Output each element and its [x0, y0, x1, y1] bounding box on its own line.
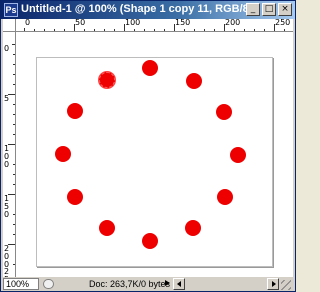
horizontal-scrollbar[interactable]: [173, 278, 291, 290]
right-arrow-icon: [272, 281, 276, 287]
red-dot[interactable]: [230, 147, 246, 163]
document-info: Doc: 263,7K/0 bytes: [89, 279, 171, 289]
red-dot[interactable]: [142, 60, 158, 76]
window-title: Untitled-1 @ 100% (Shape 1 copy 11, RGB/…: [21, 3, 253, 15]
red-dot[interactable]: [217, 189, 233, 205]
resize-grip-icon[interactable]: [281, 280, 291, 290]
document-window: Ps Untitled-1 @ 100% (Shape 1 copy 11, R…: [0, 0, 296, 292]
close-button[interactable]: ×: [278, 3, 292, 16]
ruler-origin[interactable]: [3, 19, 16, 32]
ruler-label: 0: [4, 44, 10, 53]
ruler-label: 0: [25, 19, 31, 27]
red-dot[interactable]: [142, 233, 158, 249]
red-dot[interactable]: [55, 146, 71, 162]
maximize-button[interactable]: □: [262, 3, 276, 16]
ruler-label: 150: [4, 194, 10, 219]
document-area: 0 50 100 150 200 250 0 5 100 150 200 2: [3, 19, 293, 277]
canvas-viewport[interactable]: [16, 32, 293, 277]
ruler-label: 200: [4, 244, 10, 269]
navigator-icon[interactable]: [43, 279, 54, 289]
ruler-label: 100: [125, 19, 141, 27]
red-dot[interactable]: [67, 103, 83, 119]
status-bar: 100% Doc: 263,7K/0 bytes: [3, 278, 293, 291]
ruler-label: 5: [4, 94, 10, 103]
red-dot[interactable]: [216, 104, 232, 120]
ruler-label: 250: [4, 267, 10, 278]
ruler-label: 250: [275, 19, 291, 27]
photoshop-doc-icon[interactable]: Ps: [4, 3, 18, 17]
ruler-label: 150: [175, 19, 191, 27]
zoom-field[interactable]: 100%: [3, 278, 39, 290]
document-canvas[interactable]: [36, 57, 273, 267]
vertical-ruler[interactable]: 0 5 100 150 200 250: [3, 32, 16, 277]
horizontal-ruler[interactable]: 0 50 100 150 200 250: [16, 19, 293, 32]
red-dot[interactable]: [186, 73, 202, 89]
red-dot[interactable]: [99, 220, 115, 236]
left-arrow-icon: [177, 281, 181, 287]
ruler-label: 50: [75, 19, 86, 27]
minimize-button[interactable]: _: [246, 3, 260, 16]
ruler-label: 200: [225, 19, 241, 27]
red-dot[interactable]: [67, 189, 83, 205]
scroll-left-button[interactable]: [173, 278, 185, 290]
red-dot[interactable]: [185, 220, 201, 236]
scroll-right-button[interactable]: [267, 278, 279, 290]
ruler-label: 100: [4, 144, 10, 169]
selected-red-dot[interactable]: [99, 72, 115, 88]
title-bar[interactable]: Ps Untitled-1 @ 100% (Shape 1 copy 11, R…: [1, 1, 295, 19]
status-menu-arrow-icon[interactable]: [165, 280, 170, 286]
